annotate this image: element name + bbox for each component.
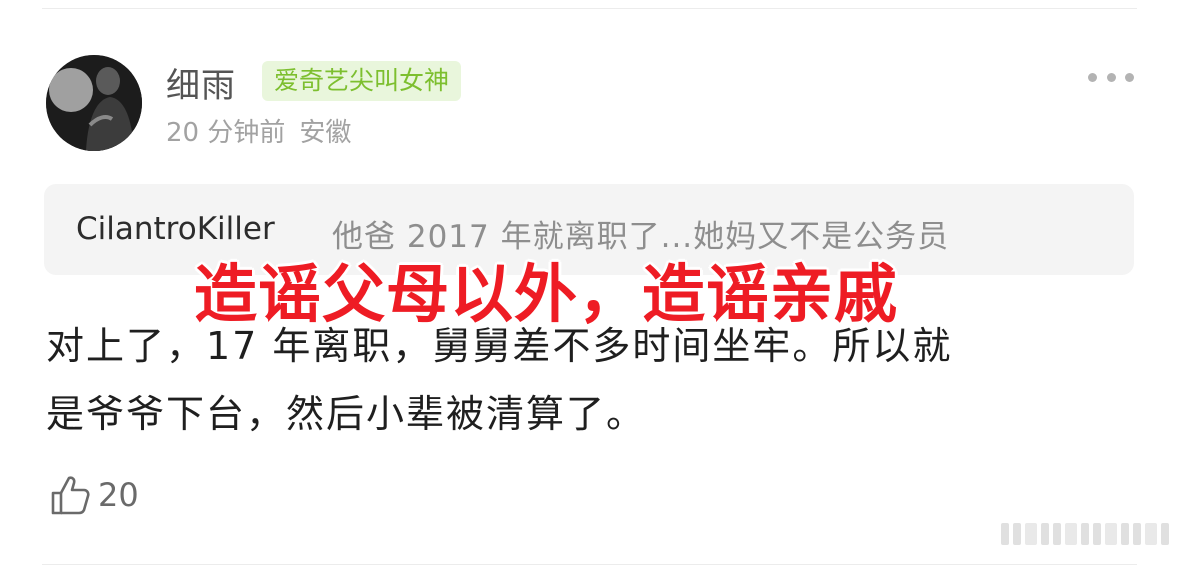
more-options-button[interactable] bbox=[1088, 73, 1134, 85]
watermark bbox=[1001, 523, 1169, 545]
bottom-divider bbox=[42, 564, 1137, 565]
thumbs-up-icon bbox=[51, 476, 90, 515]
avatar[interactable] bbox=[46, 55, 142, 151]
comment-line: 是爷爷下台，然后小辈被清算了。 bbox=[46, 392, 647, 436]
avatar-photo-icon bbox=[46, 55, 142, 151]
like-button[interactable]: 20 bbox=[48, 472, 139, 518]
like-count: 20 bbox=[98, 476, 139, 514]
top-divider bbox=[42, 8, 1137, 9]
more-dot bbox=[1125, 73, 1134, 82]
more-horizontal-icon bbox=[1088, 73, 1097, 82]
post-location: 安徽 bbox=[299, 118, 352, 148]
overlay-caption: 造谣父母以外，造谣亲戚 bbox=[194, 258, 898, 331]
post-meta: 20 分钟前 安徽 bbox=[166, 112, 351, 149]
quoted-username[interactable]: CilantroKiller bbox=[76, 211, 275, 247]
more-dot bbox=[1106, 73, 1116, 82]
user-badge: 爱奇艺尖叫女神 bbox=[262, 61, 462, 101]
post-time: 20 分钟前 bbox=[166, 118, 286, 148]
username[interactable]: 细雨 bbox=[166, 58, 236, 107]
